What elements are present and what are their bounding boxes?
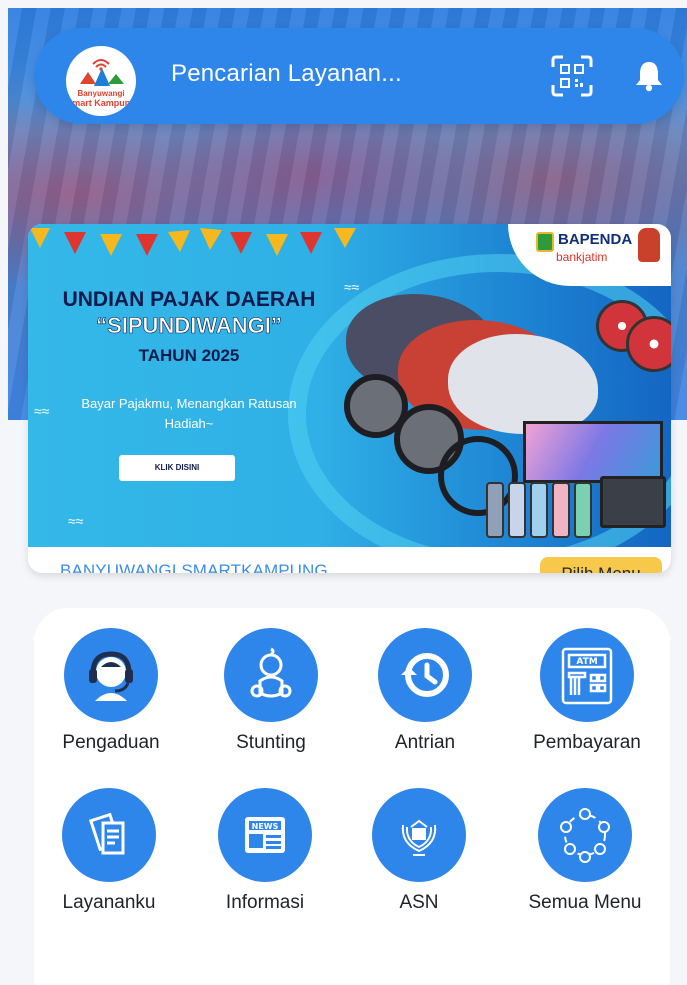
menu-label: Stunting [236, 732, 306, 753]
menu-item-pengaduan[interactable]: Pengaduan [36, 628, 186, 754]
banner-title: UNDIAN PAJAK DAERAH [62, 288, 316, 311]
phone-icon [574, 482, 592, 538]
banner-cta-button[interactable]: KLIK DISINI [119, 455, 235, 481]
section-title: BANYUWANGI SMARTKAMPUNG [60, 561, 328, 573]
history-clock-icon [378, 628, 472, 722]
pilih-menu-button[interactable]: Pilih Menu [540, 557, 662, 573]
bunting-decoration [30, 228, 356, 256]
menu-label: Layananku [62, 892, 156, 913]
menu-label: ASN [399, 892, 439, 913]
logo-line1: Banyuwangi [77, 89, 125, 98]
wave-decor-icon: ≈≈ [34, 403, 50, 419]
svg-text:ATM: ATM [576, 657, 597, 667]
phone-icon [552, 482, 570, 538]
bicycle-wheel-icon [438, 436, 518, 516]
brand-bapenda: BAPENDA [558, 231, 633, 248]
banner-subtitle: Bayar Pajakmu, Menangkan Ratusan Hadiah~ [81, 396, 297, 431]
menu-item-asn[interactable]: ASN [344, 788, 494, 914]
laptop-icon [600, 476, 666, 528]
menu-item-layananku[interactable]: Layananku [34, 788, 184, 914]
baby-icon [224, 628, 318, 722]
banner-year: TAHUN 2025 [138, 346, 240, 365]
menu-grid-card: Pengaduan Stunting Antrian ATM Pembayara… [34, 608, 670, 985]
promo-banner[interactable]: UNDIAN PAJAK DAERAH “SIPUNDIWANGI” TAHUN… [28, 224, 671, 547]
top-search-bar[interactable]: Banyuwangi Smart Kampung Pencarian Layan… [34, 28, 684, 124]
app-logo: Banyuwangi Smart Kampung [66, 46, 136, 116]
menu-item-semua-menu[interactable]: Semua Menu [510, 788, 660, 914]
wave-decor-icon: ≈≈ [344, 279, 360, 295]
bell-icon[interactable] [631, 58, 667, 94]
banner-program-name: “SIPUNDIWANGI” [96, 313, 282, 339]
menu-label: Antrian [394, 732, 456, 753]
search-input[interactable]: Pencarian Layanan... [171, 60, 402, 88]
logo-line2: Smart Kampung [66, 98, 136, 108]
qr-scan-icon[interactable] [549, 53, 595, 99]
phone-icon [486, 482, 504, 538]
menu-label: Semua Menu [528, 892, 642, 913]
customer-service-icon [64, 628, 158, 722]
atm-icon: ATM [540, 628, 634, 722]
phone-icon [508, 482, 526, 538]
svg-text:NEWS: NEWS [252, 822, 279, 831]
menu-label: Pembayaran [533, 732, 641, 753]
all-menu-icon [538, 788, 632, 882]
documents-icon [62, 788, 156, 882]
asn-emblem-icon [372, 788, 466, 882]
mascot-icon [638, 228, 660, 262]
menu-item-antrian[interactable]: Antrian [350, 628, 500, 754]
brand-bankjatim: bankjatim [556, 250, 608, 264]
regency-emblem-icon [536, 232, 554, 252]
phone-icon [530, 482, 548, 538]
menu-item-pembayaran[interactable]: ATM Pembayaran [512, 628, 662, 754]
promo-banner-card[interactable]: UNDIAN PAJAK DAERAH “SIPUNDIWANGI” TAHUN… [28, 224, 671, 573]
news-icon: NEWS [218, 788, 312, 882]
menu-item-stunting[interactable]: Stunting [196, 628, 346, 754]
menu-item-informasi[interactable]: NEWS Informasi [190, 788, 340, 914]
television-icon [523, 421, 663, 483]
wave-decor-icon: ≈≈ [68, 513, 84, 529]
menu-label: Informasi [225, 892, 305, 913]
menu-label: Pengaduan [62, 732, 160, 753]
